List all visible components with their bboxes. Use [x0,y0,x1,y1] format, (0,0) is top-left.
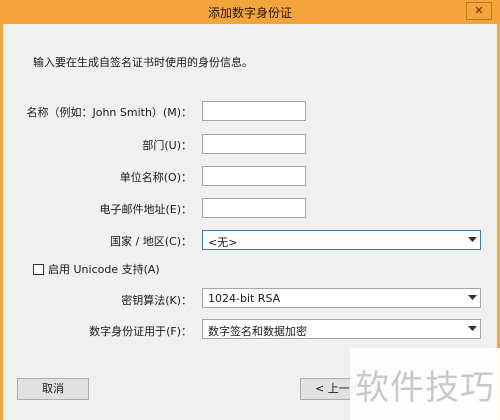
instruction-text: 输入要在生成自签名证书时使用的身份信息。 [33,56,253,69]
key-algorithm-select[interactable]: 1024-bit RSA [202,288,481,308]
chevron-down-icon [464,320,480,338]
usage-value: 数字签名和数据加密 [208,325,307,338]
close-button[interactable]: ✕ [466,2,492,20]
usage-select[interactable]: 数字签名和数据加密 [202,319,481,339]
country-select[interactable]: <无> [202,230,481,250]
country-select-value: <无> [208,236,238,249]
department-label: 部门(U)： [142,139,192,152]
country-label: 国家 / 地区(C)： [110,235,192,248]
organization-input[interactable] [202,166,306,186]
organization-label: 单位名称(O)： [119,171,192,184]
name-input[interactable] [202,101,306,121]
key-algorithm-label: 密钥算法(K)： [121,294,192,307]
chevron-down-icon [464,231,480,249]
usage-label: 数字身份证用于(F)： [89,325,192,338]
unicode-checkbox[interactable] [33,263,44,275]
name-label: 名称（例如：John Smith）(M)： [26,106,192,119]
department-input[interactable] [202,134,306,154]
title-bar: 添加数字身份证 ✕ [0,0,500,24]
window-title: 添加数字身份证 [207,6,292,20]
cancel-button[interactable]: 取消 [17,378,89,400]
email-label: 电子邮件地址(E)： [99,203,192,216]
unicode-checkbox-label: 启用 Unicode 支持(A) [48,263,160,276]
email-input[interactable] [202,198,306,218]
chevron-down-icon [464,289,480,307]
watermark-logo: 软件技巧 [355,368,495,408]
unicode-checkbox-row[interactable]: 启用 Unicode 支持(A) [33,261,160,277]
key-algorithm-value: 1024-bit RSA [208,292,281,305]
